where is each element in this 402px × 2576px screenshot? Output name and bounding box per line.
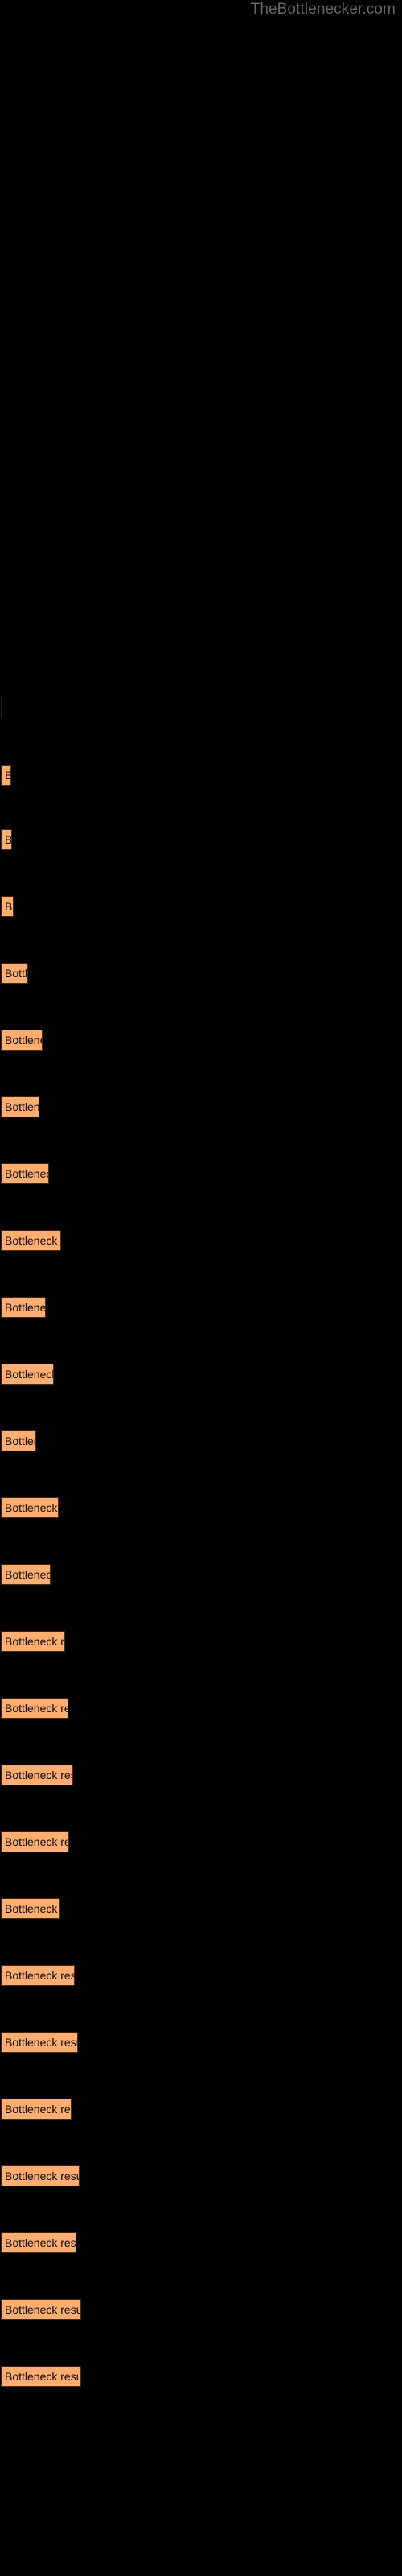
bar-12: Bottleneck result (1, 1430, 36, 1451)
bar-label: Bottleneck result (5, 1301, 46, 1314)
bar-label: Bottleneck result (5, 769, 10, 782)
bar-label: Bottleneck result (5, 2236, 76, 2249)
bar-label: Bottleneck result (5, 1769, 72, 1781)
bar-label: Bottleneck result (5, 1435, 35, 1447)
bar-label: Bottleneck result (5, 1969, 75, 1982)
bar-label: Bottleneck result (5, 1835, 68, 1848)
bar-label: Bottleneck result (5, 833, 12, 846)
bar-2: Bottleneck result (1, 765, 11, 786)
bar-label: Bottleneck result (5, 900, 13, 913)
bar-25: Bottleneck result (1, 2299, 81, 2320)
bar-14: Bottleneck result (1, 1564, 51, 1585)
bar-8: Bottleneck result (1, 1163, 49, 1184)
bar-label: Bottleneck result (5, 1501, 58, 1514)
bar-1: Bottleneck result (1, 697, 2, 718)
bar-15: Bottleneck result (1, 1631, 65, 1652)
bar-24: Bottleneck result (1, 2232, 76, 2253)
bar-7: Bottleneck result (1, 1096, 39, 1117)
bar-17: Bottleneck result (1, 1765, 73, 1785)
bar-label: Bottleneck result (5, 2370, 81, 2383)
bar-label: Bottleneck result (5, 2303, 81, 2316)
bar-10: Bottleneck result (1, 1297, 46, 1318)
bar-5: Bottleneck result (1, 963, 28, 984)
bar-label: Bottleneck result (5, 2169, 79, 2182)
bar-chart: Bottleneck result Bottleneck result Bottle… (0, 0, 402, 2576)
bar-label: Bottleneck result (5, 1034, 42, 1046)
bar-label: Bottleneck result (5, 1100, 39, 1113)
bar-20: Bottleneck result (1, 1965, 75, 1986)
bar-label: Bottleneck result (5, 1635, 64, 1648)
bar-label: Bottleneck result (5, 1568, 50, 1581)
bar-label: Bottleneck result (5, 1368, 54, 1381)
bar-11: Bottleneck result (1, 1364, 54, 1385)
bar-label: Bottleneck result (5, 1702, 68, 1715)
bar-19: Bottleneck result (1, 1898, 60, 1919)
bar-21: Bottleneck result (1, 2032, 78, 2053)
bar-label: Bottleneck result (5, 2036, 77, 2049)
bar-4: Bottleneck result (1, 896, 14, 917)
bar-3: Bottleneck result (1, 829, 12, 850)
bar-6: Bottleneck result (1, 1030, 43, 1051)
bar-label: Bottleneck result (5, 1167, 48, 1180)
bar-label: Bottleneck result (5, 2103, 71, 2116)
bar-26: Bottleneck result (1, 2366, 81, 2387)
bar-9: Bottleneck result (1, 1230, 61, 1251)
bar-13: Bottleneck result (1, 1497, 59, 1518)
bar-22: Bottleneck result (1, 2099, 72, 2120)
bar-label: Bottleneck result (5, 1234, 60, 1247)
bar-16: Bottleneck result (1, 1698, 68, 1719)
bar-label: Bottleneck result (5, 1902, 59, 1915)
page-root: TheBottlenecker.com Bottleneck resultBot… (0, 0, 402, 2576)
bar-23: Bottleneck result (1, 2165, 80, 2186)
bar-label: Bottleneck result (5, 967, 28, 980)
bar-18: Bottleneck result (1, 1831, 69, 1852)
